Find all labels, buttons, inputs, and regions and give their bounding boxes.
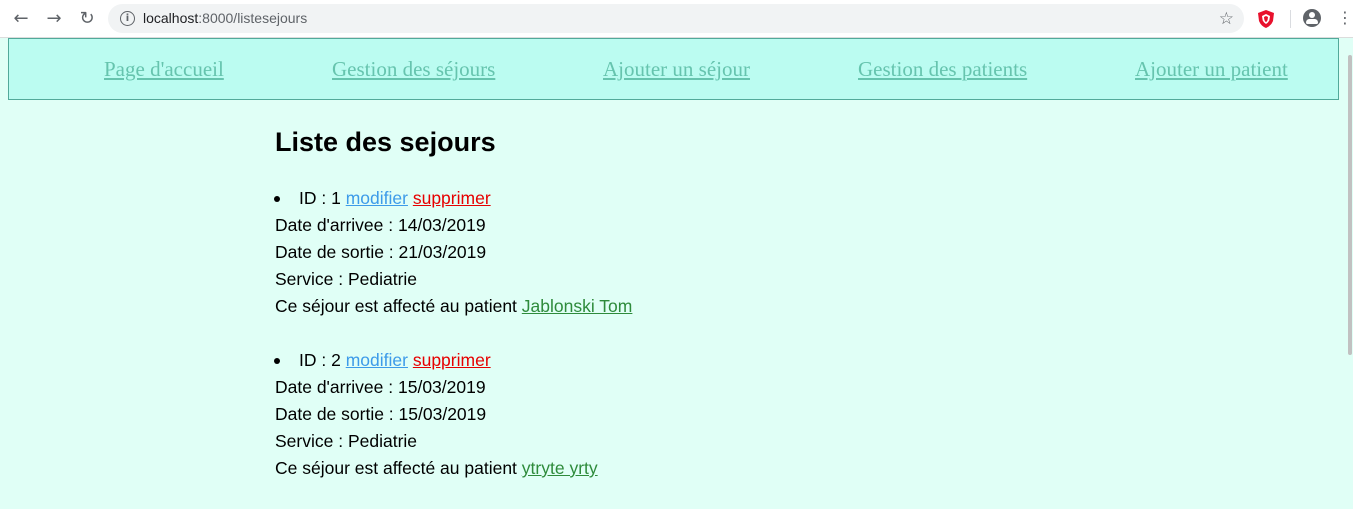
page-title: Liste des sejours [275, 127, 496, 157]
service-label: Service : [275, 431, 344, 451]
patient-link[interactable]: ytryte yrty [522, 458, 598, 478]
arrival-date: 15/03/2019 [398, 377, 486, 397]
bookmark-star-icon[interactable]: ☆ [1219, 9, 1234, 29]
service-label: Service : [275, 269, 344, 289]
bullet-icon [274, 196, 280, 202]
nav-link-gestion-patients[interactable]: Gestion des patients [858, 57, 1027, 82]
sejour-id-line: ID : 1 modifier supprimer [275, 185, 1175, 212]
service-line: Service : Pediatrie [275, 428, 1175, 455]
sejour-list: ID : 1 modifier supprimer Date d'arrivee… [274, 185, 1175, 509]
departure-label: Date de sortie : [275, 404, 394, 424]
url-text[interactable]: localhost:8000/listesejours [143, 10, 307, 26]
patient-line: Ce séjour est affecté au patient ytryte … [275, 455, 1175, 482]
service-value: Pediatrie [347, 431, 418, 451]
departure-line: Date de sortie : 21/03/2019 [275, 239, 1175, 266]
bullet-icon [274, 358, 280, 364]
sejour-id-line: ID : 2 modifier supprimer [275, 347, 1175, 374]
arrival-label: Date d'arrivee : [275, 377, 394, 397]
main-navigation: Page d'accueil Gestion des séjours Ajout… [8, 38, 1339, 100]
scrollbar-thumb[interactable] [1348, 55, 1352, 355]
departure-date: 21/03/2019 [398, 242, 487, 262]
arrival-label: Date d'arrivee : [275, 215, 394, 235]
sejour-id: 1 [331, 188, 341, 208]
patient-line: Ce séjour est affecté au patient Jablons… [275, 293, 1175, 320]
modify-link[interactable]: modifier [346, 350, 408, 370]
sejour-item: ID : 2 modifier supprimer Date d'arrivee… [274, 347, 1175, 482]
arrival-line: Date d'arrivee : 14/03/2019 [275, 212, 1175, 239]
delete-link[interactable]: supprimer [413, 188, 491, 208]
departure-line: Date de sortie : 15/03/2019 [275, 401, 1175, 428]
shield-extension-icon[interactable] [1257, 9, 1275, 29]
arrival-line: Date d'arrivee : 15/03/2019 [275, 374, 1175, 401]
departure-label: Date de sortie : [275, 242, 394, 262]
main-content: Liste des sejours ID : 1 modifier suppri… [274, 123, 1175, 478]
sejour-item: ID : 1 modifier supprimer Date d'arrivee… [274, 185, 1175, 320]
nav-link-ajouter-patient[interactable]: Ajouter un patient [1135, 57, 1288, 82]
nav-link-accueil[interactable]: Page d'accueil [104, 57, 224, 82]
url-path: :8000/listesejours [198, 10, 308, 26]
account-icon[interactable] [1303, 9, 1321, 27]
nav-link-ajouter-sejour[interactable]: Ajouter un séjour [603, 57, 750, 82]
back-arrow-icon[interactable]: ← [11, 9, 31, 29]
patient-label: Ce séjour est affecté au patient [275, 458, 517, 478]
modify-link[interactable]: modifier [346, 188, 408, 208]
more-menu-icon[interactable]: ⋮ [1337, 10, 1353, 26]
info-icon[interactable]: i [120, 11, 135, 26]
browser-toolbar: ← → ↻ i localhost:8000/listesejours ☆ ⋮ [0, 0, 1353, 38]
url-host: localhost [143, 10, 199, 26]
sejour-id: 2 [331, 350, 341, 370]
service-value: Pediatrie [347, 269, 418, 289]
toolbar-divider [1290, 10, 1291, 28]
address-bar[interactable]: i localhost:8000/listesejours ☆ [108, 4, 1244, 33]
patient-link[interactable]: Jablonski Tom [522, 296, 633, 316]
arrival-date: 14/03/2019 [398, 215, 486, 235]
nav-link-gestion-sejours[interactable]: Gestion des séjours [332, 57, 495, 82]
service-line: Service : Pediatrie [275, 266, 1175, 293]
reload-icon[interactable]: ↻ [77, 9, 97, 29]
id-prefix: ID : [299, 188, 327, 208]
delete-link[interactable]: supprimer [413, 350, 491, 370]
id-prefix: ID : [299, 350, 327, 370]
departure-date: 15/03/2019 [398, 404, 487, 424]
forward-arrow-icon[interactable]: → [44, 9, 64, 29]
patient-label: Ce séjour est affecté au patient [275, 296, 517, 316]
